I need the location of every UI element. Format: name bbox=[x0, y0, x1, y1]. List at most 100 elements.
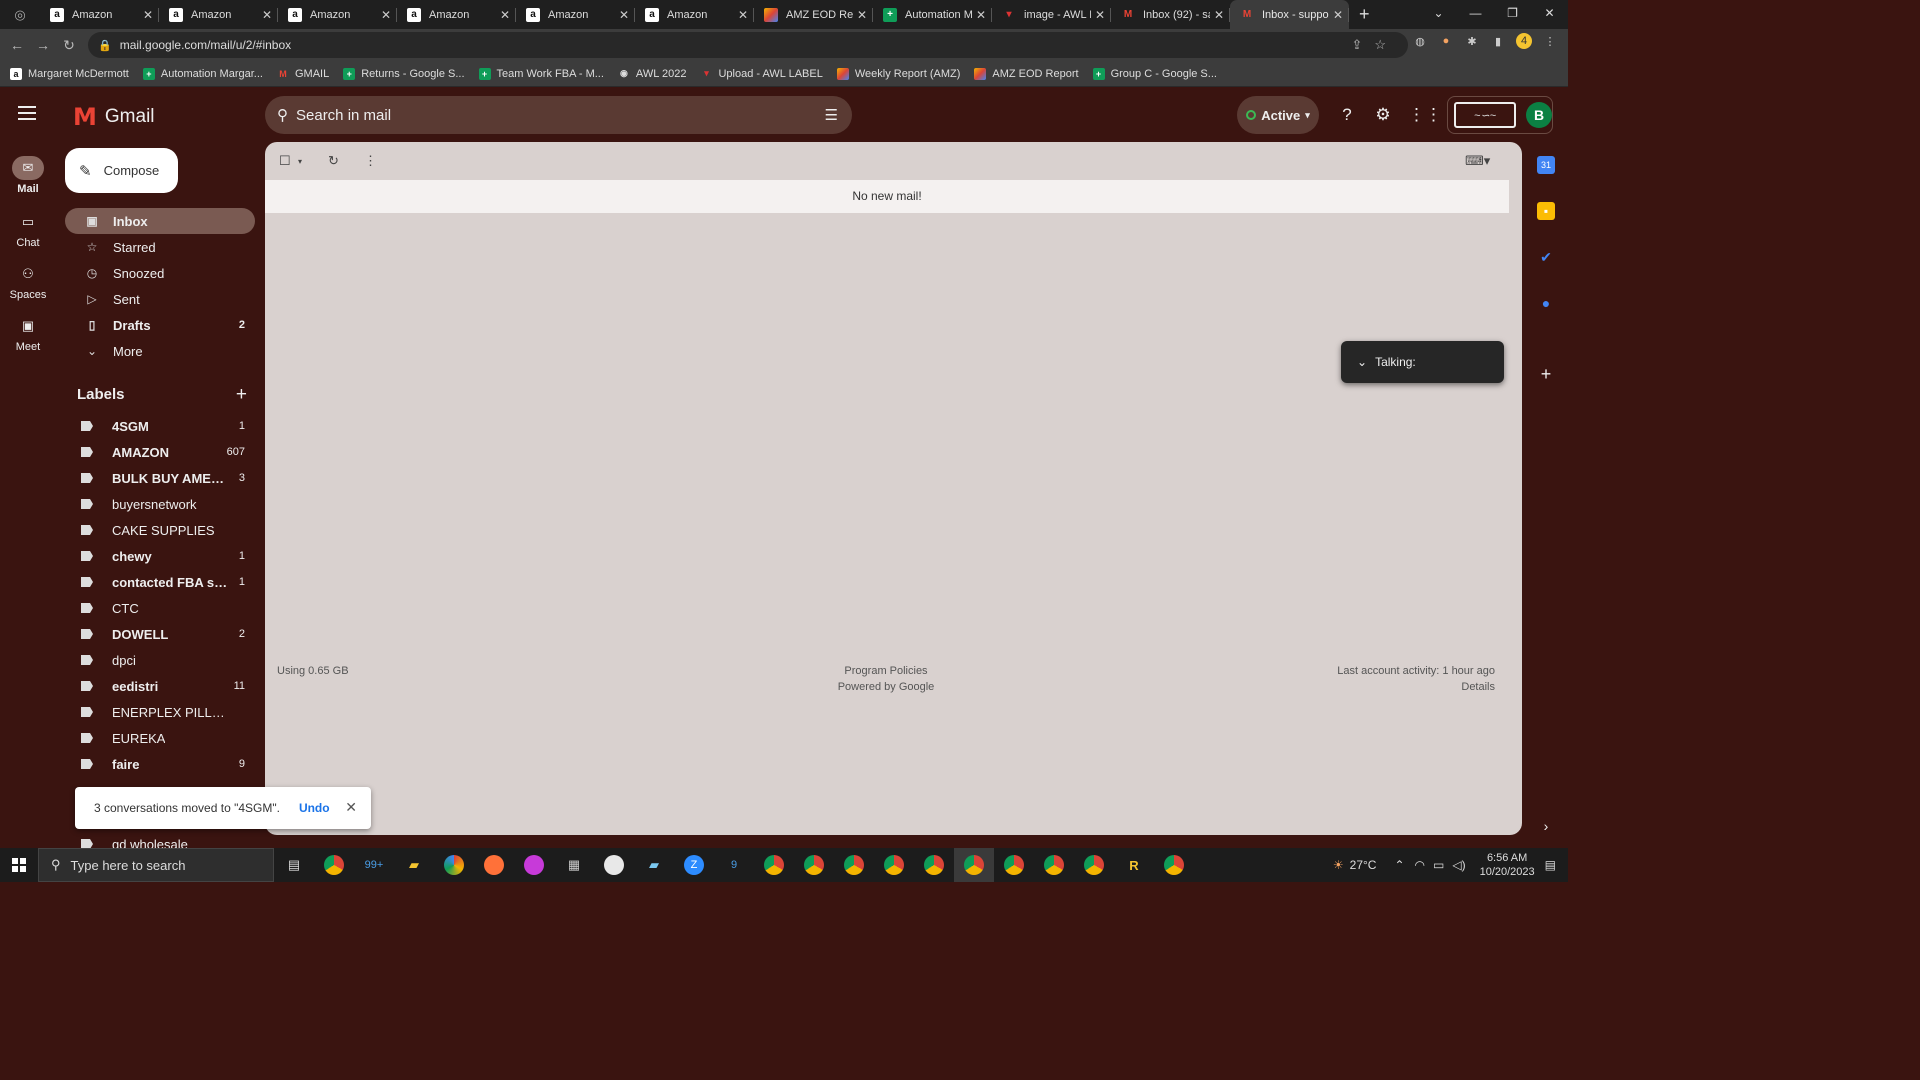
tab-list-icon[interactable]: ⌄ bbox=[1420, 0, 1457, 29]
url-text[interactable]: mail.google.com/mail/u/2/#inbox bbox=[120, 38, 291, 52]
bookmark[interactable]: ▾ Upload - AWL LABEL bbox=[700, 68, 823, 80]
search-input[interactable]: ⚲ Search in mail ☰ bbox=[265, 96, 852, 134]
label-item[interactable]: buyersnetwork bbox=[65, 491, 255, 517]
browser-tab[interactable]: a Amazon ✕ bbox=[397, 0, 516, 29]
file-explorer-icon[interactable]: ▰ bbox=[394, 848, 434, 882]
battery-icon[interactable]: ▭ bbox=[1433, 858, 1444, 872]
status-dropdown[interactable]: Active ▾ bbox=[1237, 96, 1319, 134]
label-item[interactable]: 4SGM 1 bbox=[65, 413, 255, 439]
browser-tab[interactable]: a Amazon ✕ bbox=[159, 0, 278, 29]
chevron-right-icon[interactable]: › bbox=[1537, 817, 1555, 835]
close-tab-icon[interactable]: ✕ bbox=[500, 8, 510, 22]
chrome-icon[interactable] bbox=[1154, 848, 1194, 882]
browser-tab-active[interactable]: M Inbox - suppo ✕ bbox=[1230, 0, 1349, 29]
compose-button[interactable]: ✎ Compose bbox=[65, 148, 178, 193]
close-tab-icon[interactable]: ✕ bbox=[381, 8, 391, 22]
extension-icon[interactable]: ● bbox=[1438, 33, 1454, 49]
talking-popup[interactable]: ⌄ Talking: bbox=[1341, 341, 1504, 383]
sidebar-item-sent[interactable]: ▷ Sent bbox=[65, 286, 255, 312]
account-switcher[interactable]: ~∽~ B bbox=[1447, 96, 1553, 134]
reload-button[interactable]: ↻ bbox=[56, 37, 82, 54]
rail-spaces[interactable]: ⚇ Spaces bbox=[0, 262, 56, 301]
share-bookmark-icons[interactable]: ⇪☆ bbox=[1351, 37, 1398, 53]
start-button[interactable] bbox=[0, 848, 38, 882]
label-item[interactable]: contacted FBA sup... 1 bbox=[65, 569, 255, 595]
minimize-button[interactable]: — bbox=[1457, 0, 1494, 29]
label-item[interactable]: dpci bbox=[65, 647, 255, 673]
details-link[interactable]: Details bbox=[1337, 679, 1495, 695]
apps-grid-icon[interactable]: ⋮⋮ bbox=[1408, 104, 1442, 126]
avatar[interactable]: B bbox=[1526, 102, 1552, 128]
select-checkbox[interactable]: ☐ bbox=[279, 153, 291, 169]
calculator-icon[interactable]: ▦ bbox=[554, 848, 594, 882]
omnibox[interactable]: 🔒 mail.google.com/mail/u/2/#inbox ⇪☆ bbox=[88, 32, 1408, 58]
zoom-icon[interactable]: Z bbox=[674, 848, 714, 882]
restore-button[interactable]: ❐ bbox=[1494, 0, 1531, 29]
sidebar-item-starred[interactable]: ☆ Starred bbox=[65, 234, 255, 260]
close-tab-icon[interactable]: ✕ bbox=[619, 8, 629, 22]
sidebar-item-more[interactable]: ⌄ More bbox=[65, 338, 255, 364]
app-icon[interactable]: R bbox=[1114, 848, 1154, 882]
back-button[interactable]: ← bbox=[4, 37, 30, 53]
browser-tab[interactable]: a Amazon ✕ bbox=[278, 0, 397, 29]
help-icon[interactable]: ? bbox=[1336, 104, 1358, 126]
sidebar-item-drafts[interactable]: ▯ Drafts 2 bbox=[65, 312, 255, 338]
bookmark[interactable]: a Margaret McDermott bbox=[10, 67, 129, 80]
volume-icon[interactable]: ◁) bbox=[1452, 858, 1465, 872]
app-icon[interactable]: 9 bbox=[714, 848, 754, 882]
close-tab-icon[interactable]: ✕ bbox=[857, 8, 867, 22]
puzzle-icon[interactable]: ✱ bbox=[1464, 33, 1480, 49]
browser-tab[interactable]: M Inbox (92) - sa ✕ bbox=[1111, 0, 1230, 29]
sidebar-item-inbox[interactable]: ▣ Inbox bbox=[65, 208, 255, 234]
lock-icon[interactable]: 🔒 bbox=[98, 39, 112, 52]
sidebar-item-snoozed[interactable]: ◷ Snoozed bbox=[65, 260, 255, 286]
bookmark[interactable]: + Returns - Google S... bbox=[343, 67, 465, 80]
chrome-icon[interactable] bbox=[314, 848, 354, 882]
bookmark[interactable]: + Automation Margar... bbox=[142, 67, 263, 80]
notifications-icon[interactable]: ▤ bbox=[1545, 858, 1556, 872]
chrome-icon[interactable] bbox=[754, 848, 794, 882]
mail-app-icon[interactable]: 99+ bbox=[354, 848, 394, 882]
rail-chat[interactable]: ▭ Chat bbox=[0, 210, 56, 249]
browser-tab[interactable]: + Automation M ✕ bbox=[873, 0, 992, 29]
calendar-icon[interactable]: 31 bbox=[1537, 156, 1555, 174]
add-label-icon[interactable]: + bbox=[236, 384, 247, 406]
chevron-down-icon[interactable]: ⌄ bbox=[1357, 355, 1367, 369]
bookmark[interactable]: Weekly Report (AMZ) bbox=[836, 67, 960, 80]
bookmark[interactable]: AMZ EOD Report bbox=[974, 67, 1079, 80]
label-item[interactable]: chewy 1 bbox=[65, 543, 255, 569]
search-icon[interactable]: ⚲ bbox=[277, 106, 288, 124]
label-item[interactable]: gd wholesale bbox=[65, 831, 255, 848]
bookmark[interactable]: M GMAIL bbox=[277, 68, 329, 80]
browser-tab[interactable]: a Amazon ✕ bbox=[516, 0, 635, 29]
chrome-icon[interactable] bbox=[834, 848, 874, 882]
app-icon[interactable] bbox=[594, 848, 634, 882]
tab-search-icon[interactable]: ◎ bbox=[0, 0, 40, 29]
main-menu-icon[interactable] bbox=[18, 106, 36, 120]
chrome-icon[interactable] bbox=[1034, 848, 1074, 882]
label-item[interactable]: ENERPLEX PILLOW bbox=[65, 699, 255, 725]
close-icon[interactable]: ✕ bbox=[345, 799, 357, 816]
close-window-button[interactable]: ✕ bbox=[1531, 0, 1568, 29]
rail-mail[interactable]: ✉ Mail bbox=[0, 156, 56, 195]
browser-tab[interactable]: AMZ EOD Rep ✕ bbox=[754, 0, 873, 29]
app-icon[interactable] bbox=[434, 848, 474, 882]
close-tab-icon[interactable]: ✕ bbox=[262, 8, 272, 22]
app-icon[interactable]: ▰ bbox=[634, 848, 674, 882]
select-dropdown-icon[interactable]: ▾ bbox=[298, 157, 302, 166]
rail-meet[interactable]: ▣ Meet bbox=[0, 314, 56, 353]
profile-icon[interactable]: 4 bbox=[1516, 33, 1532, 49]
label-item[interactable]: CAKE SUPPLIES bbox=[65, 517, 255, 543]
taskbar-search[interactable]: ⚲ Type here to search bbox=[38, 848, 274, 882]
browser-tab[interactable]: ▾ image - AWL L ✕ bbox=[992, 0, 1111, 29]
label-item[interactable]: BULK BUY AMERICA 3 bbox=[65, 465, 255, 491]
chrome-icon[interactable] bbox=[914, 848, 954, 882]
close-tab-icon[interactable]: ✕ bbox=[976, 8, 986, 22]
close-tab-icon[interactable]: ✕ bbox=[1214, 8, 1224, 22]
search-options-icon[interactable]: ☰ bbox=[825, 106, 838, 124]
label-item[interactable]: faire 9 bbox=[65, 751, 255, 777]
label-item[interactable]: EUREKA bbox=[65, 725, 255, 751]
firefox-icon[interactable] bbox=[474, 848, 514, 882]
chrome-icon[interactable] bbox=[1074, 848, 1114, 882]
program-policies-link[interactable]: Program Policies bbox=[265, 663, 1507, 679]
